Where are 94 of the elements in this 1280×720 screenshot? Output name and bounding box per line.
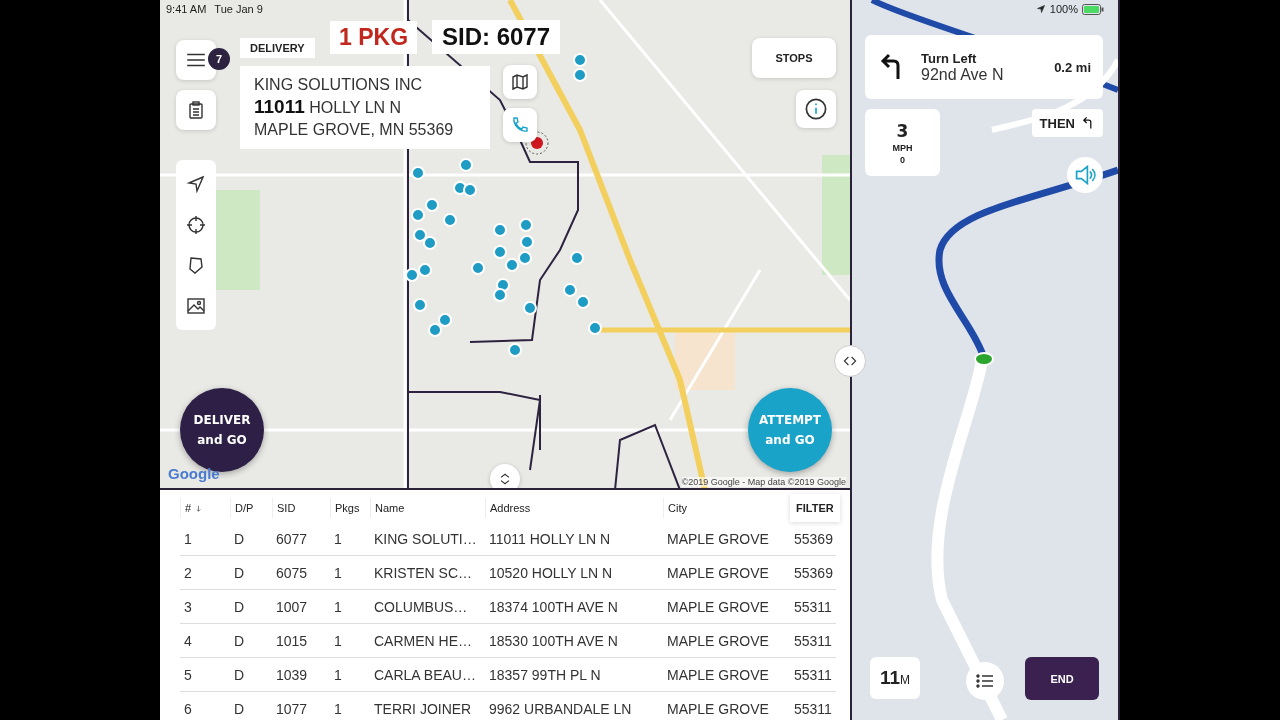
package-count: 1 PKG [330, 21, 418, 54]
table-cell-text: 6 [183, 700, 193, 717]
table-cell-text: KRISTEN SC… [373, 564, 473, 581]
maneuver-text: Turn Left [921, 50, 978, 66]
table-cell-text: 6075 [275, 564, 309, 581]
table-cell-text: 1 [333, 530, 343, 547]
table-cell-text: 1015 [275, 632, 309, 649]
table-cell-text: 3 [183, 598, 193, 615]
column-header[interactable]: Name [375, 502, 405, 514]
stop-type-label: DELIVERY [240, 38, 315, 58]
table-cell-text: MAPLE GROVE [666, 700, 770, 717]
status-time: 9:41 AM [166, 3, 207, 15]
status-date: Tue Jan 9 [214, 3, 263, 15]
street-name: 92nd Ave N [921, 65, 1005, 84]
battery-percent: 100% [1049, 3, 1078, 15]
phone-button[interactable] [503, 108, 537, 142]
stop-id: SID: 6077 [432, 20, 561, 54]
table-cell-text: D [233, 632, 246, 649]
table-cell-text: CARMEN HE… [373, 632, 473, 649]
list-icon [975, 671, 995, 691]
column-header[interactable]: SID [277, 502, 296, 514]
shape-icon [186, 255, 206, 276]
table-cell-text: 18357 99TH PL N [488, 666, 602, 683]
table-cell-text: 1 [333, 632, 343, 649]
end-button[interactable]: END [1025, 657, 1099, 700]
table-cell-text: 55369 [793, 564, 834, 581]
table-cell-text: 1 [333, 700, 343, 717]
city-line: MAPLE GROVE, MN 55369 [254, 120, 455, 140]
then-button[interactable]: THEN [1031, 109, 1103, 137]
table-cell-text: 55311 [793, 666, 833, 683]
table-cell-text: 11011 HOLLY LN N [488, 530, 612, 547]
table-cell-text: 18374 100TH AVE N [488, 598, 619, 615]
speaker-icon [1073, 163, 1097, 187]
table-cell-text: MAPLE GROVE [666, 598, 770, 615]
table-cell-text: CARLA BEAU… [373, 666, 477, 683]
menu-button[interactable] [176, 40, 216, 80]
table-cell-text: 55311 [793, 632, 833, 649]
info-button[interactable] [796, 90, 836, 128]
map-button[interactable] [503, 65, 537, 99]
table-cell-text: 1 [333, 666, 343, 683]
speed-value: 3 [896, 120, 909, 141]
table-cell-text: MAPLE GROVE [666, 632, 770, 649]
clipboard-icon [186, 100, 206, 120]
street-address: 11011 HOLLY LN N [254, 96, 403, 119]
filter-button[interactable]: FILTER [790, 494, 840, 522]
table-cell-text: 4 [183, 632, 193, 649]
table-cell-text: 1039 [275, 666, 309, 683]
speed-limit: 0 [900, 154, 905, 165]
table-cell-text: D [233, 700, 246, 717]
stops-button[interactable]: STOPS [752, 38, 836, 78]
table-cell-text: MAPLE GROVE [666, 564, 770, 581]
customer-name: KING SOLUTIONS INC [254, 75, 424, 95]
column-header[interactable]: City [668, 502, 687, 514]
table-cell-text: COLUMBUS… [373, 598, 469, 615]
table-cell-text: TERRI JOINER [373, 700, 473, 717]
table-cell-text: 1 [183, 530, 193, 547]
table-cell-text: 55311 [793, 598, 833, 615]
map-attribution: ©2019 Google - Map data ©2019 Google [681, 477, 846, 487]
turn-distance: 0.2 mi [1054, 59, 1091, 75]
info-icon [804, 97, 828, 121]
table-cell-text: KING SOLUTI… [373, 530, 478, 547]
table-cell-text: 1007 [275, 598, 309, 615]
table-cell-text: D [233, 564, 246, 581]
crosshair-icon [186, 214, 206, 235]
eta-unit: M [900, 673, 911, 687]
table-cell-text: D [233, 598, 246, 615]
table-cell-text: D [233, 666, 246, 683]
table-cell-text: 1077 [275, 700, 309, 717]
navigation-arrow-icon [186, 174, 206, 195]
image-icon [186, 295, 206, 316]
table-cell-text: MAPLE GROVE [666, 666, 770, 683]
table-cell-text: 9962 URBANDALE LN [488, 700, 633, 717]
folded-map-icon [510, 72, 530, 92]
location-arrow-icon [1035, 4, 1046, 14]
table-cell-text: MAPLE GROVE [666, 530, 770, 547]
table-cell-text: 5 [183, 666, 193, 683]
table-cell-text: 6077 [275, 530, 309, 547]
table-cell-text: 10520 HOLLY LN N [488, 564, 614, 581]
table-cell-text: 55311 [793, 700, 833, 717]
speed-unit: MPH [892, 142, 913, 153]
phone-icon [510, 115, 530, 135]
column-header[interactable]: Address [490, 502, 531, 514]
table-cell-text: 1 [333, 598, 343, 615]
table-cell-text: D [233, 530, 246, 547]
battery-icon [1082, 3, 1104, 15]
column-header[interactable]: # [185, 502, 192, 514]
column-header[interactable]: D/P [235, 502, 254, 514]
table-cell-text: 55369 [793, 530, 834, 547]
column-header[interactable]: Pkgs [335, 502, 360, 514]
table-cell-text: 18530 100TH AVE N [488, 632, 619, 649]
eta-value: 11 [879, 667, 901, 689]
table-cell-text: 1 [333, 564, 343, 581]
table-cell-text: 2 [183, 564, 193, 581]
clipboard-button[interactable] [176, 90, 216, 130]
